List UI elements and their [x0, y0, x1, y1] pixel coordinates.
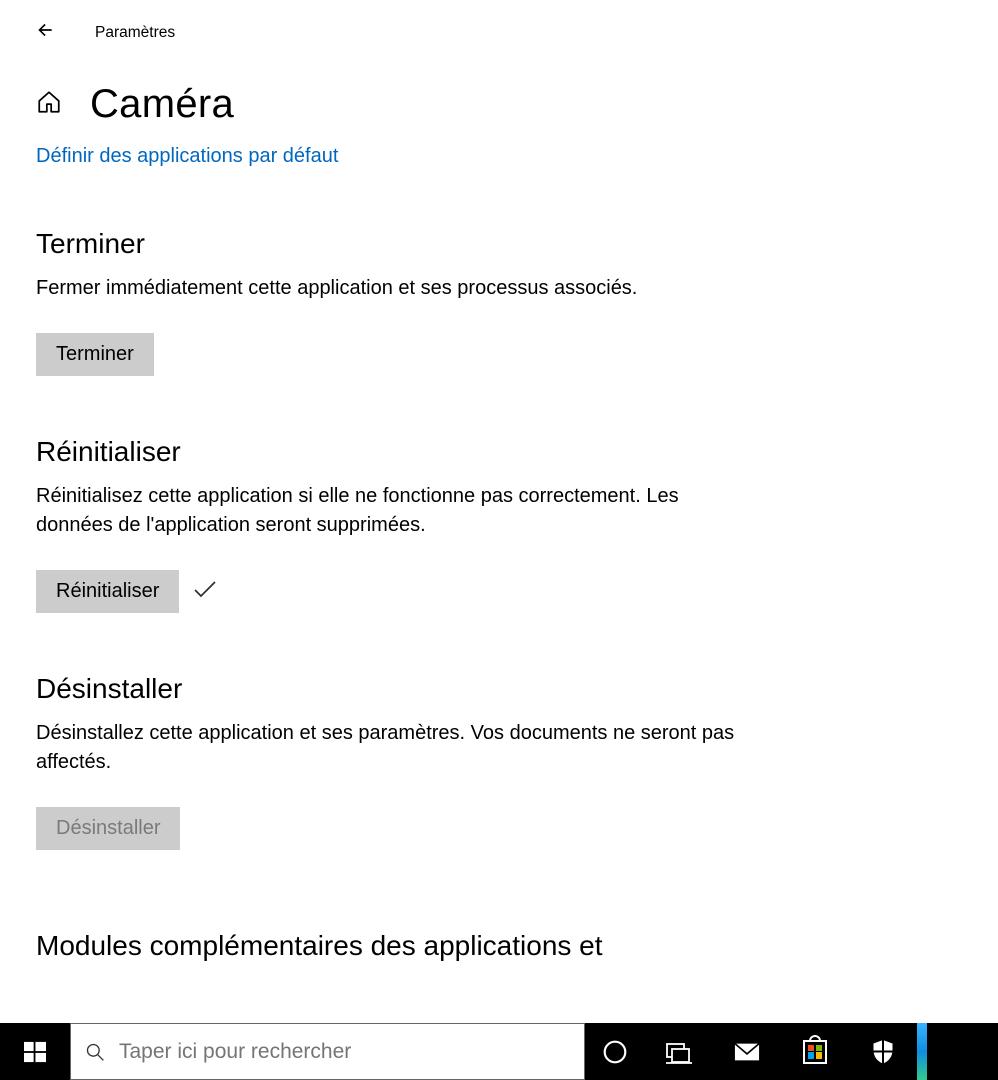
settings-header: Paramètres: [0, 0, 998, 52]
start-button[interactable]: [0, 1023, 70, 1080]
terminate-section: Terminer Fermer immédiatement cette appl…: [36, 228, 962, 376]
edge-app-button[interactable]: [917, 1023, 927, 1080]
cortana-icon: [602, 1039, 628, 1065]
reset-heading: Réinitialiser: [36, 436, 962, 468]
default-apps-link[interactable]: Définir des applications par défaut: [36, 145, 338, 168]
shield-icon: [870, 1039, 896, 1065]
title-row: Caméra: [36, 82, 962, 127]
taskbar-icons: [585, 1023, 927, 1080]
security-app-button[interactable]: [849, 1023, 917, 1080]
checkmark-icon: [193, 579, 217, 604]
reset-section: Réinitialiser Réinitialisez cette applic…: [36, 436, 962, 613]
task-view-button[interactable]: [645, 1023, 713, 1080]
store-app-button[interactable]: [781, 1023, 849, 1080]
addons-heading: Modules complémentaires des applications…: [36, 930, 962, 962]
search-icon: [85, 1042, 105, 1062]
terminate-heading: Terminer: [36, 228, 962, 260]
task-view-icon: [666, 1039, 692, 1065]
reset-description: Réinitialisez cette application si elle …: [36, 482, 736, 540]
header-title: Paramètres: [95, 24, 175, 42]
windows-icon: [24, 1041, 46, 1063]
reset-button[interactable]: Réinitialiser: [36, 570, 179, 613]
cortana-button[interactable]: [585, 1023, 645, 1080]
terminate-button[interactable]: Terminer: [36, 333, 154, 376]
back-arrow-icon: [35, 20, 55, 40]
home-icon[interactable]: [36, 89, 62, 120]
content-area: Caméra Définir des applications par défa…: [0, 52, 998, 962]
mail-app-button[interactable]: [713, 1023, 781, 1080]
uninstall-button: Désinstaller: [36, 807, 180, 850]
back-button[interactable]: [25, 10, 65, 50]
uninstall-heading: Désinstaller: [36, 673, 962, 705]
search-input[interactable]: [119, 1040, 570, 1064]
page-title: Caméra: [90, 82, 234, 127]
uninstall-description: Désinstallez cette application et ses pa…: [36, 719, 736, 777]
taskbar: [0, 1023, 998, 1080]
mail-icon: [734, 1039, 760, 1065]
terminate-description: Fermer immédiatement cette application e…: [36, 274, 736, 303]
uninstall-section: Désinstaller Désinstallez cette applicat…: [36, 673, 962, 850]
taskbar-search[interactable]: [70, 1023, 585, 1080]
store-icon: [803, 1040, 827, 1064]
